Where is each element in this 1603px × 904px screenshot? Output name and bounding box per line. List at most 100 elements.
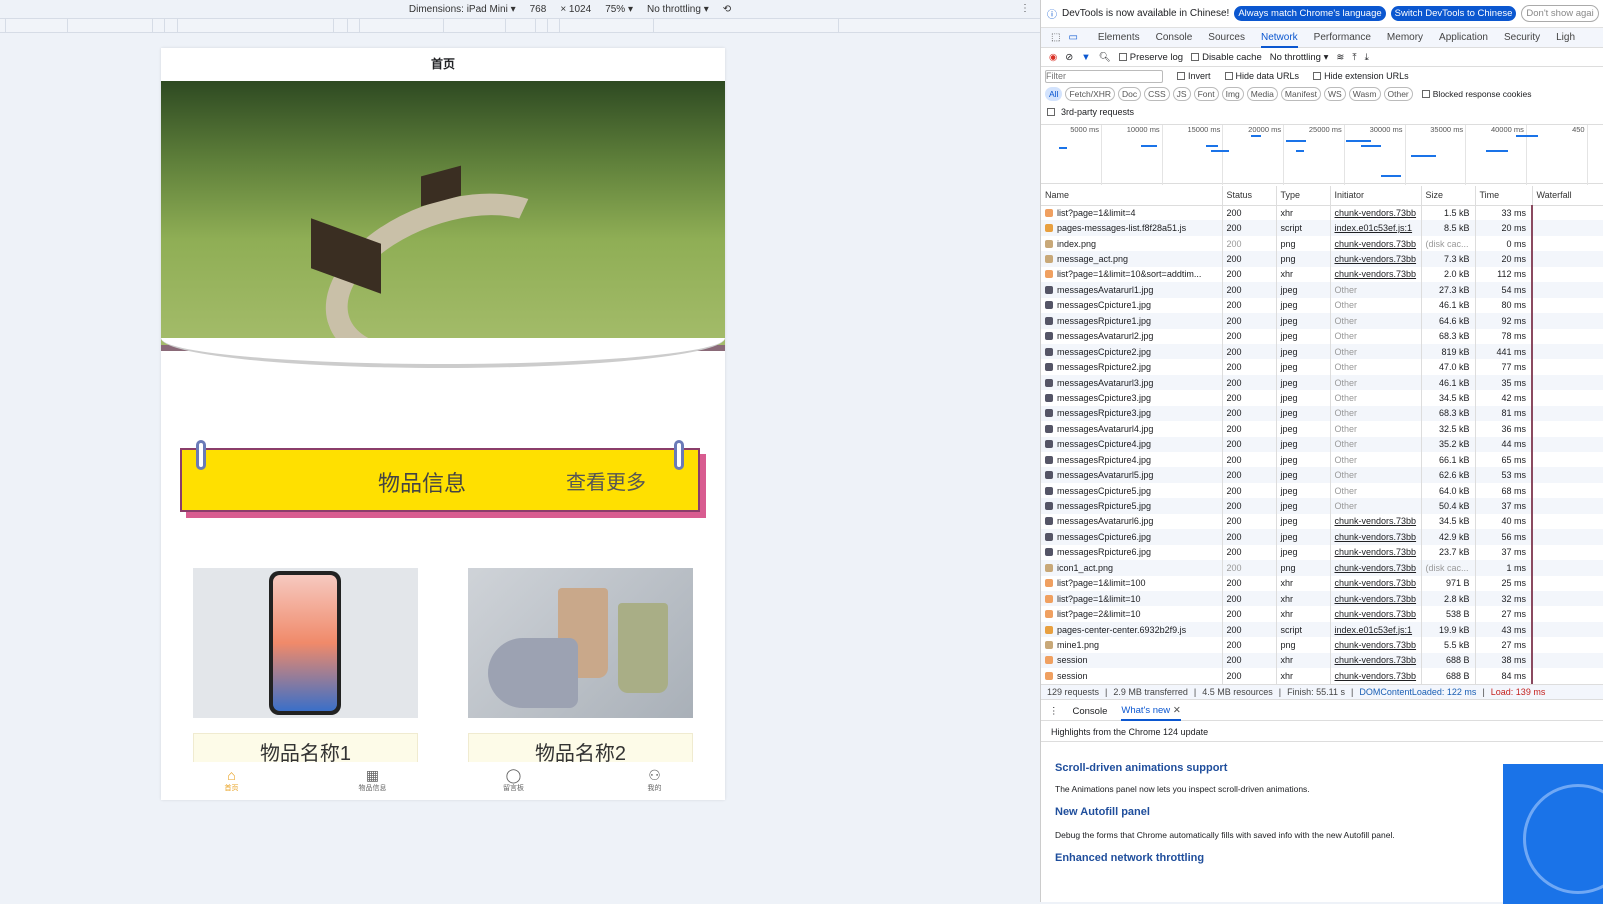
initiator[interactable]: chunk-vendors.73bb (1330, 266, 1422, 283)
chip-other[interactable]: Other (1383, 87, 1413, 101)
table-row[interactable]: list?page=2&limit=10 200 xhr chunk-vendors.… (1041, 606, 1603, 622)
network-conditions-icon[interactable]: ≋ (1336, 52, 1344, 63)
chip-img[interactable]: Img (1221, 87, 1244, 101)
close-icon[interactable]: ✕ (1173, 705, 1181, 716)
initiator[interactable]: chunk-vendors.73bb (1330, 235, 1422, 252)
table-row[interactable]: session 200 xhr chunk-vendors.73bb 688 B 84 m… (1041, 668, 1603, 684)
table-row[interactable]: icon1_act.png 200 png chunk-vendors.73bb (di… (1041, 560, 1603, 576)
item-image[interactable] (468, 568, 693, 718)
view-more-link[interactable]: 查看更多 (566, 466, 646, 495)
throttling-select[interactable]: No throttling ▾ (647, 4, 709, 15)
disable-cache-checkbox[interactable]: Disable cache (1191, 52, 1262, 63)
table-row[interactable]: list?page=1&limit=10 200 xhr chunk-vendors.… (1041, 590, 1603, 607)
column-header[interactable]: Size (1421, 186, 1476, 206)
tab-application[interactable]: Application (1439, 32, 1488, 43)
tab-security[interactable]: Security (1504, 32, 1540, 43)
column-header[interactable]: Status (1222, 186, 1277, 206)
initiator[interactable]: chunk-vendors.73bb (1330, 513, 1422, 530)
table-row[interactable]: messagesRpicture3.jpg 200 jpeg Other 68.3 kB… (1041, 405, 1603, 422)
drawer-tab-whats-new[interactable]: What's new ✕ (1121, 702, 1181, 721)
item-card[interactable]: 物品名称2 (468, 568, 693, 773)
tab-mine[interactable]: ⚇ 我的 (584, 762, 725, 800)
dimensions-select[interactable]: Dimensions: iPad Mini ▾ (409, 4, 516, 15)
tab-network[interactable]: Network (1260, 32, 1298, 48)
chip-ws[interactable]: WS (1324, 87, 1346, 101)
table-row[interactable]: list?page=1&limit=100 200 xhr chunk-vendors… (1041, 575, 1603, 591)
table-row[interactable]: messagesAvatarurl4.jpg 200 jpeg Other 32.5 k… (1041, 421, 1603, 437)
table-row[interactable]: messagesCpicture3.jpg 200 jpeg Other 34.5 kB… (1041, 390, 1603, 406)
match-language-button[interactable]: Always match Chrome's language (1234, 6, 1386, 21)
table-row[interactable]: messagesAvatarurl6.jpg 200 jpeg chunk-vendo… (1041, 513, 1603, 530)
tab-sources[interactable]: Sources (1208, 32, 1245, 43)
initiator[interactable]: chunk-vendors.73bb (1330, 529, 1422, 545)
table-row[interactable]: message_act.png 200 png chunk-vendors.73bb 7… (1041, 251, 1603, 267)
column-header[interactable]: Type (1276, 186, 1331, 206)
hide-extension-urls-checkbox[interactable]: Hide extension URLs (1313, 71, 1409, 81)
table-row[interactable]: messagesCpicture4.jpg 200 jpeg Other 35.2 kB… (1041, 436, 1603, 452)
initiator[interactable]: index.e01c53ef.js:1 (1330, 220, 1422, 236)
table-row[interactable]: messagesRpicture5.jpg 200 jpeg Other 50.4 kB… (1041, 498, 1603, 514)
initiator[interactable]: chunk-vendors.73bb (1330, 575, 1422, 591)
initiator[interactable]: chunk-vendors.73bb (1330, 205, 1422, 221)
table-row[interactable]: messagesRpicture4.jpg 200 jpeg Other 66.1 kB… (1041, 452, 1603, 468)
table-row[interactable]: messagesAvatarurl5.jpg 200 jpeg Other 62.6 k… (1041, 467, 1603, 483)
chip-font[interactable]: Font (1193, 87, 1219, 101)
chip-wasm[interactable]: Wasm (1348, 87, 1381, 101)
initiator[interactable]: index.e01c53ef.js:1 (1330, 621, 1422, 638)
table-row[interactable]: pages-messages-list.f8f28a51.js 200 script… (1041, 220, 1603, 236)
table-row[interactable]: pages-center-center.6932b2f9.js 200 script… (1041, 621, 1603, 638)
table-row[interactable]: messagesRpicture1.jpg 200 jpeg Other 64.6 kB… (1041, 313, 1603, 329)
initiator[interactable]: chunk-vendors.73bb (1330, 544, 1422, 561)
drawer-menu-icon[interactable]: ⋮ (1049, 706, 1059, 717)
chip-media[interactable]: Media (1246, 87, 1278, 101)
chip-manifest[interactable]: Manifest (1280, 87, 1322, 101)
table-row[interactable]: messagesAvatarurl2.jpg 200 jpeg Other 68.3 k… (1041, 328, 1603, 344)
chip-fetchxhr[interactable]: Fetch/XHR (1065, 87, 1116, 101)
height-input[interactable]: × 1024 (560, 4, 591, 15)
tab-home[interactable]: ⌂ 首页 (161, 762, 302, 800)
table-row[interactable]: messagesAvatarurl3.jpg 200 jpeg Other 46.1 k… (1041, 374, 1603, 391)
chip-doc[interactable]: Doc (1118, 87, 1142, 101)
tab-elements[interactable]: Elements (1098, 32, 1140, 43)
more-icon[interactable]: ⋮ (1020, 3, 1030, 14)
tab-lighthouse[interactable]: Ligh (1556, 32, 1575, 43)
width-input[interactable]: 768 (530, 4, 547, 15)
table-row[interactable]: list?page=1&limit=10&sort=addtim... 200 xh… (1041, 266, 1603, 283)
chip-css[interactable]: CSS (1144, 87, 1170, 101)
hide-data-urls-checkbox[interactable]: Hide data URLs (1224, 71, 1299, 81)
third-party-checkbox[interactable]: 3rd-party requests (1041, 103, 1603, 121)
table-row[interactable]: index.png 200 png chunk-vendors.73bb (disk c… (1041, 235, 1603, 252)
search-icon[interactable]: 🔍︎ (1099, 52, 1111, 63)
item-image[interactable] (193, 568, 418, 718)
initiator[interactable]: chunk-vendors.73bb (1330, 606, 1422, 622)
tab-memory[interactable]: Memory (1387, 32, 1423, 43)
table-row[interactable]: messagesCpicture6.jpg 200 jpeg chunk-vendor… (1041, 529, 1603, 545)
rotate-icon[interactable]: ⟲ (723, 4, 731, 15)
throttling-select[interactable]: No throttling ▾ (1270, 52, 1329, 63)
zoom-select[interactable]: 75% ▾ (605, 4, 633, 15)
table-row[interactable]: messagesCpicture1.jpg 200 jpeg Other 46.1 kB… (1041, 297, 1603, 314)
filter-icon[interactable]: ▼ (1081, 52, 1090, 63)
drawer-tab-console[interactable]: Console (1073, 706, 1108, 717)
blocked-cookies-checkbox[interactable]: Blocked response cookies (1421, 89, 1532, 99)
export-icon[interactable]: ⤓ (1365, 52, 1369, 63)
initiator[interactable]: chunk-vendors.73bb (1330, 652, 1422, 669)
device-toggle-icon[interactable]: ▭ (1068, 32, 1077, 43)
switch-chinese-button[interactable]: Switch DevTools to Chinese (1390, 6, 1517, 21)
initiator[interactable]: chunk-vendors.73bb (1330, 637, 1422, 653)
tab-items[interactable]: ▦ 物品信息 (302, 762, 443, 800)
initiator[interactable]: chunk-vendors.73bb (1330, 590, 1422, 607)
overview-timeline[interactable]: 5000 ms 10000 ms 15000 ms 20000 ms 25000 ms 3… (1041, 124, 1603, 185)
column-header[interactable]: Waterfall (1532, 186, 1603, 206)
table-row[interactable]: session 200 xhr chunk-vendors.73bb 688 B 38 m… (1041, 652, 1603, 669)
table-row[interactable]: messagesCpicture2.jpg 200 jpeg Other 819 kB 4… (1041, 343, 1603, 360)
table-row[interactable]: messagesAvatarurl1.jpg 200 jpeg Other 27.3 k… (1041, 282, 1603, 298)
inspect-icon[interactable]: ⬚ (1051, 32, 1060, 43)
preserve-log-checkbox[interactable]: Preserve log (1118, 52, 1183, 63)
table-row[interactable]: messagesRpicture6.jpg 200 jpeg chunk-vendor… (1041, 544, 1603, 561)
banner-image[interactable] (161, 81, 725, 401)
column-header[interactable]: Name (1041, 186, 1223, 206)
media-query-bar[interactable] (0, 18, 1040, 33)
initiator[interactable]: chunk-vendors.73bb (1330, 668, 1422, 684)
chip-js[interactable]: JS (1172, 87, 1191, 101)
